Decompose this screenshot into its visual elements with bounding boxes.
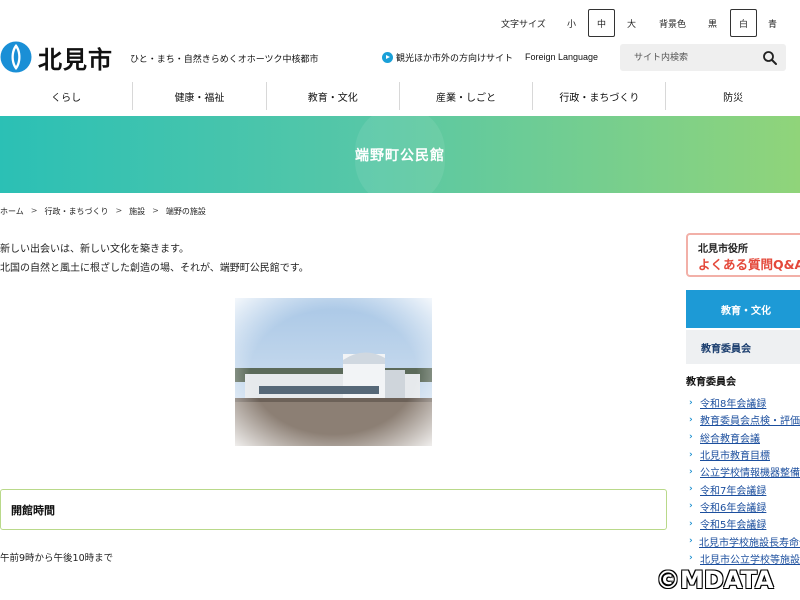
search-icon[interactable] <box>762 50 778 66</box>
breadcrumb-current: 端野の施設 <box>165 207 206 216</box>
sidebar-link[interactable]: › 教育委員会点検・評価 <box>689 411 800 428</box>
text-size-medium[interactable]: 中 <box>588 9 615 37</box>
chevron-right-icon: › <box>689 414 693 425</box>
site-name[interactable]: 北見市 <box>38 40 113 75</box>
foreign-language-link[interactable]: Foreign Language <box>525 52 598 62</box>
section-heading-hours: 開館時間 <box>0 489 667 530</box>
tourist-site-label: 観光ほか市外の方向けサイト <box>396 54 514 64</box>
sidebar-link[interactable]: › 令和5年会議録 <box>689 515 800 532</box>
bg-color-white[interactable]: 白 <box>730 9 757 37</box>
sidebar-link[interactable]: › 令和6年会議録 <box>689 498 800 515</box>
breadcrumb-separator: > <box>30 206 38 215</box>
arrow-circle-icon <box>382 52 393 63</box>
nav-item-health[interactable]: 健康・福祉 <box>133 82 267 110</box>
intro-line: 新しい出会いは、新しい文化を築きます。 <box>0 244 189 255</box>
city-logo-icon[interactable] <box>0 41 32 73</box>
bg-color-label: 背景色 <box>659 20 687 30</box>
bg-color-black[interactable]: 黒 <box>708 17 717 30</box>
intro-text: 新しい出会いは、新しい文化を築きます。 北国の自然と風土に根ざした創造の場、それ… <box>0 240 309 278</box>
sidebar-category-head[interactable]: 教育・文化 <box>686 290 800 328</box>
bg-color-blue[interactable]: 青 <box>768 17 777 30</box>
chevron-right-icon: › <box>689 484 693 495</box>
utility-bar: 文字サイズ 小 中 大 背景色 黒 白 青 <box>0 9 800 37</box>
chevron-right-icon: › <box>689 536 693 547</box>
chevron-right-icon: › <box>689 518 693 529</box>
chevron-right-icon: › <box>689 553 693 564</box>
opening-hours: 午前9時から午後10時まで <box>0 553 114 564</box>
page-banner: 端野町公民館 <box>0 116 800 193</box>
faq-banner-line1: 北見市役所 <box>698 244 748 255</box>
chevron-right-icon: › <box>689 397 693 408</box>
building-photo <box>235 298 432 446</box>
chevron-right-icon: › <box>689 501 693 512</box>
sidebar-link-list: › 令和8年会議録 › 教育委員会点検・評価 › 総合教育会議 › 北見市教育目標 › 公… <box>689 394 800 567</box>
nav-item-disaster[interactable]: 防災 <box>666 82 799 110</box>
breadcrumb-separator: > <box>115 206 123 215</box>
breadcrumb-separator: > <box>152 206 159 215</box>
text-size-label: 文字サイズ <box>501 20 546 30</box>
sidebar-link[interactable]: › 北見市公立学校等施設 <box>689 550 800 567</box>
breadcrumb-administration[interactable]: 行政・まちづくり <box>44 206 108 217</box>
sidebar-link[interactable]: › 令和7年会議録 <box>689 480 800 497</box>
sidebar-link[interactable]: › 北見市学校施設長寿命化 <box>689 532 800 549</box>
nav-item-living[interactable]: くらし <box>0 82 134 110</box>
site-tagline: ひと・まち・自然きらめくオホーツク中核都市 <box>130 55 319 65</box>
sidebar-link[interactable]: › 公立学校情報機器整備 <box>689 463 800 480</box>
search-input[interactable] <box>620 44 755 71</box>
page-title: 端野町公民館 <box>355 147 445 164</box>
sidebar-category-sub[interactable]: 教育委員会 <box>686 330 800 364</box>
chevron-right-icon: › <box>689 432 693 443</box>
breadcrumb-facilities[interactable]: 施設 <box>129 206 145 217</box>
tourist-site-link[interactable]: 観光ほか市外の方向けサイト <box>382 51 513 64</box>
chevron-right-icon: › <box>689 449 693 460</box>
nav-item-administration[interactable]: 行政・まちづくり <box>533 82 667 110</box>
search-box <box>620 44 786 71</box>
global-nav: くらし 健康・福祉 教育・文化 産業・しごと 行政・まちづくり 防災 <box>0 82 800 110</box>
sidebar-list-title: 教育委員会 <box>686 377 736 388</box>
faq-banner-line2: よくある質問Q&A <box>698 257 800 272</box>
faq-banner[interactable]: 北見市役所 よくある質問Q&A <box>686 233 800 277</box>
intro-line: 北国の自然と風土に根ざした創造の場、それが、端野町公民館です。 <box>0 263 309 274</box>
breadcrumb: ホーム > 行政・まちづくり > 施設 > 端野の施設 <box>0 206 206 217</box>
text-size-small[interactable]: 小 <box>567 17 576 30</box>
watermark: ©MDATA <box>656 566 774 594</box>
chevron-right-icon: › <box>689 466 693 477</box>
nav-item-education[interactable]: 教育・文化 <box>267 82 400 110</box>
sidebar-link[interactable]: › 北見市教育目標 <box>689 446 800 463</box>
sidebar-link[interactable]: › 総合教育会議 <box>689 429 800 446</box>
text-size-large[interactable]: 大 <box>627 17 636 30</box>
nav-item-industry[interactable]: 産業・しごと <box>400 82 534 110</box>
breadcrumb-home[interactable]: ホーム <box>0 206 24 217</box>
sidebar-link[interactable]: › 令和8年会議録 <box>689 394 800 411</box>
